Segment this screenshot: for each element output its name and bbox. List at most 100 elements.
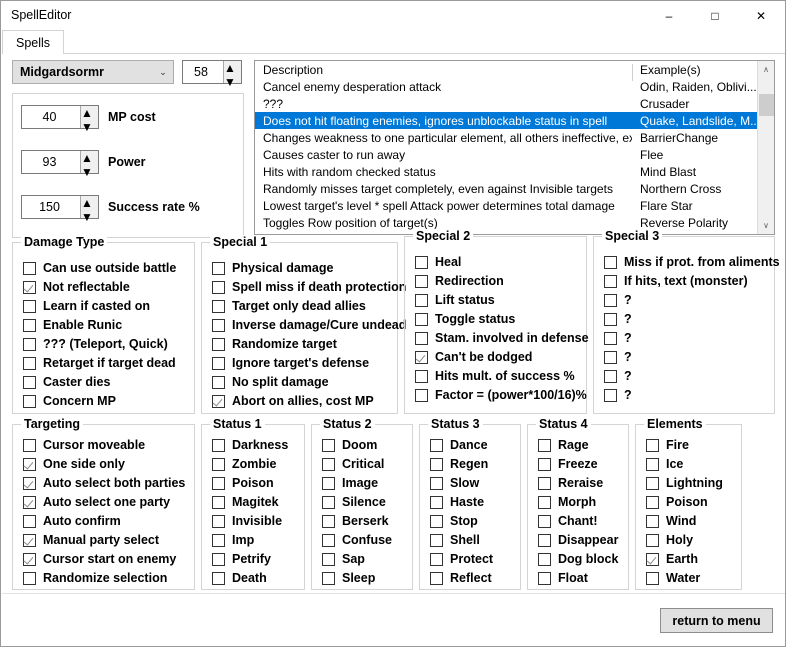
checkbox-box[interactable] — [604, 293, 617, 307]
checkbox-rage[interactable]: Rage — [538, 437, 589, 453]
checkbox-box[interactable] — [430, 495, 443, 509]
checkbox-imp[interactable]: Imp — [212, 532, 254, 548]
checkbox-box[interactable] — [604, 331, 617, 345]
checkbox-holy[interactable]: Holy — [646, 532, 693, 548]
checkbox-magitek[interactable]: Magitek — [212, 494, 279, 510]
checkbox-box[interactable] — [212, 299, 225, 313]
checkbox-box[interactable] — [538, 438, 551, 452]
checkbox-box[interactable] — [212, 552, 225, 566]
checkbox-box[interactable] — [604, 388, 617, 402]
checkbox-[interactable]: ? — [604, 292, 632, 308]
checkbox-can-t-be-dodged[interactable]: Can't be dodged — [415, 349, 532, 365]
checkbox-box[interactable] — [538, 495, 551, 509]
checkbox-box[interactable] — [646, 457, 659, 471]
checkbox-box[interactable] — [604, 312, 617, 326]
checkbox-darkness[interactable]: Darkness — [212, 437, 288, 453]
checkbox-manual-party-select[interactable]: Manual party select — [23, 532, 159, 548]
checkbox-spell-miss-if-death-protection[interactable]: Spell miss if death protection — [212, 279, 406, 295]
checkbox-box[interactable] — [23, 261, 36, 275]
checkbox-can-use-outside-battle[interactable]: Can use outside battle — [23, 260, 176, 276]
checkbox-death[interactable]: Death — [212, 570, 267, 586]
checkbox-box[interactable] — [430, 571, 443, 585]
description-row[interactable]: Does not hit floating enemies, ignores u… — [255, 112, 758, 129]
checkbox-[interactable]: ? — [604, 349, 632, 365]
power-stepper[interactable]: 93 ▲ ▼ — [21, 150, 99, 179]
checkbox-protect[interactable]: Protect — [430, 551, 493, 567]
checkbox-abort-on-allies-cost-mp[interactable]: Abort on allies, cost MP — [212, 393, 374, 409]
checkbox-water[interactable]: Water — [646, 570, 700, 586]
checkbox-box[interactable] — [23, 375, 36, 389]
checkbox-box[interactable] — [538, 457, 551, 471]
checkbox-physical-damage[interactable]: Physical damage — [212, 260, 333, 276]
checkbox-critical[interactable]: Critical — [322, 456, 384, 472]
checkbox-box[interactable] — [212, 571, 225, 585]
checkbox-box[interactable] — [430, 457, 443, 471]
checkbox-redirection[interactable]: Redirection — [415, 273, 504, 289]
checkbox-box[interactable] — [415, 255, 428, 269]
close-button[interactable]: ✕ — [738, 1, 784, 31]
checkbox-box[interactable] — [322, 457, 335, 471]
checkbox-freeze[interactable]: Freeze — [538, 456, 598, 472]
checkbox-cursor-start-on-enemy[interactable]: Cursor start on enemy — [23, 551, 176, 567]
checkbox-concern-mp[interactable]: Concern MP — [23, 393, 116, 409]
checkmark-icon[interactable] — [23, 552, 36, 566]
checkbox-box[interactable] — [415, 274, 428, 288]
checkbox-silence[interactable]: Silence — [322, 494, 386, 510]
checkbox-randomize-selection[interactable]: Randomize selection — [23, 570, 167, 586]
checkbox-no-split-damage[interactable]: No split damage — [212, 374, 329, 390]
checkbox-target-only-dead-allies[interactable]: Target only dead allies — [212, 298, 366, 314]
checkbox-disappear[interactable]: Disappear — [538, 532, 618, 548]
spell-index-stepper[interactable]: 58 ▲ ▼ — [182, 60, 242, 89]
checkbox-miss-if-prot-from-aliments[interactable]: Miss if prot. from aliments — [604, 254, 780, 270]
checkbox-lightning[interactable]: Lightning — [646, 475, 723, 491]
checkbox-learn-if-casted-on[interactable]: Learn if casted on — [23, 298, 150, 314]
checkbox-box[interactable] — [322, 476, 335, 490]
checkbox-box[interactable] — [322, 552, 335, 566]
checkbox-box[interactable] — [23, 318, 36, 332]
checkbox-reflect[interactable]: Reflect — [430, 570, 492, 586]
checkbox-box[interactable] — [415, 388, 428, 402]
checkmark-icon[interactable] — [212, 394, 225, 408]
checkbox-[interactable]: ? — [604, 387, 632, 403]
checkbox-morph[interactable]: Morph — [538, 494, 596, 510]
maximize-button[interactable]: □ — [692, 1, 738, 31]
spell-index-increment[interactable]: ▲ — [224, 61, 241, 75]
description-row[interactable]: Hits with random checked status Mind Blas… — [255, 163, 758, 180]
checkbox-toggle-status[interactable]: Toggle status — [415, 311, 515, 327]
checkbox-ignore-target-s-defense[interactable]: Ignore target's defense — [212, 355, 369, 371]
spell-select[interactable]: Midgardsormr ⌄ — [12, 60, 174, 84]
checkbox-box[interactable] — [212, 318, 225, 332]
success-rate-decrement[interactable]: ▼ — [81, 210, 98, 224]
checkbox-box[interactable] — [23, 394, 36, 408]
description-row[interactable]: Causes caster to run away Flee — [255, 146, 758, 163]
checkbox-haste[interactable]: Haste — [430, 494, 484, 510]
checkmark-icon[interactable] — [23, 476, 36, 490]
checkbox-sleep[interactable]: Sleep — [322, 570, 375, 586]
checkbox-inverse-damage-cure-undead[interactable]: Inverse damage/Cure undead — [212, 317, 406, 333]
checkbox-box[interactable] — [430, 438, 443, 452]
power-increment[interactable]: ▲ — [81, 151, 98, 165]
mp-cost-stepper[interactable]: 40 ▲ ▼ — [21, 105, 99, 134]
checkbox-box[interactable] — [604, 350, 617, 364]
checkbox-enable-runic[interactable]: Enable Runic — [23, 317, 122, 333]
checkbox-auto-confirm[interactable]: Auto confirm — [23, 513, 121, 529]
mp-cost-decrement[interactable]: ▼ — [81, 120, 98, 134]
scrollbar-thumb[interactable] — [759, 94, 774, 116]
checkbox-factor-power-100-16[interactable]: Factor = (power*100/16)% — [415, 387, 587, 403]
checkbox-randomize-target[interactable]: Randomize target — [212, 336, 337, 352]
checkbox-box[interactable] — [212, 375, 225, 389]
checkbox-dog-block[interactable]: Dog block — [538, 551, 618, 567]
checkbox-box[interactable] — [538, 533, 551, 547]
checkbox-box[interactable] — [23, 571, 36, 585]
checkbox-box[interactable] — [212, 514, 225, 528]
checkbox-sap[interactable]: Sap — [322, 551, 365, 567]
checkbox-auto-select-one-party[interactable]: Auto select one party — [23, 494, 170, 510]
checkbox-box[interactable] — [23, 337, 36, 351]
checkbox-box[interactable] — [212, 495, 225, 509]
checkbox-box[interactable] — [430, 476, 443, 490]
checkbox-box[interactable] — [322, 571, 335, 585]
checkbox-box[interactable] — [646, 438, 659, 452]
checkbox-box[interactable] — [23, 299, 36, 313]
scroll-up-icon[interactable]: ∧ — [758, 61, 774, 78]
checkbox-lift-status[interactable]: Lift status — [415, 292, 495, 308]
